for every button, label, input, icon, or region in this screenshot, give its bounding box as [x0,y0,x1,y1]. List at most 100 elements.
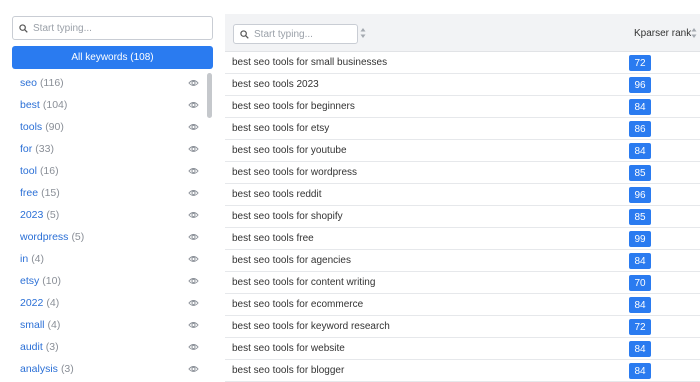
keyword-filter-item[interactable]: 2022 (4) [0,292,219,314]
keyword-label[interactable]: in [20,253,28,265]
table-row[interactable]: best seo tools free 99 [225,228,700,250]
keyword-filter-item[interactable]: tool (16) [0,160,219,182]
keyword-filter-item[interactable]: 2023 (5) [0,204,219,226]
keyword-filter-item[interactable]: best (104) [0,94,219,116]
eye-icon[interactable] [188,298,199,308]
keyword-cell: best seo tools for beginners [232,101,355,112]
keyword-cell: best seo tools for small businesses [232,57,388,68]
keyword-filter-item[interactable]: in (4) [0,248,219,270]
keyword-cell: best seo tools for blogger [232,365,345,376]
table-row[interactable]: best seo tools for agencies 84 [225,250,700,272]
eye-icon[interactable] [188,254,199,264]
table-row[interactable]: best seo tools for ecommerce 84 [225,294,700,316]
keyword-filter-item[interactable]: free (15) [0,182,219,204]
rank-badge: 84 [629,297,651,313]
keyword-count: (33) [35,143,54,155]
rank-badge: 84 [629,341,651,357]
table-row[interactable]: best seo tools for shopify 85 [225,206,700,228]
table-row[interactable]: best seo tools for youtube 84 [225,140,700,162]
keyword-cell: best seo tools for shopify [232,211,343,222]
table-row[interactable]: best seo tools for etsy 86 [225,118,700,140]
table-header: Kparser rank [225,14,700,52]
eye-icon[interactable] [188,232,199,242]
eye-icon[interactable] [188,144,199,154]
keyword-count: (3) [45,341,59,353]
eye-icon[interactable] [188,364,199,374]
keyword-list: seo (116) best (104) tools (90) for (33) tool (16… [0,72,219,380]
keyword-label[interactable]: tools [20,121,42,133]
keyword-cell: best seo tools for youtube [232,145,347,156]
keyword-filter-item[interactable]: seo (116) [0,72,219,94]
keyword-filter-panel: All keywords (108) seo(116)best(104)tool… [0,0,219,382]
rank-badge: 84 [629,143,651,159]
keyword-filter-item[interactable]: for (33) [0,138,219,160]
table-row[interactable]: best seo tools 2023 96 [225,74,700,96]
keyword-label[interactable]: etsy [20,275,39,287]
rank-badge: 84 [629,363,651,379]
table-row[interactable]: best seo tools for beginners 84 [225,96,700,118]
eye-icon[interactable] [188,100,199,110]
keyword-label[interactable]: wordpress [20,231,68,243]
search-icon [240,29,249,39]
table-row[interactable]: best seo tools for wordpress 85 [225,162,700,184]
rank-badge: 70 [629,275,651,291]
table-search-box[interactable] [233,24,358,44]
keyword-count: (4) [31,253,45,265]
keyword-count: (15) [41,187,60,199]
rank-badge: 84 [629,99,651,115]
sort-icon[interactable] [691,27,697,39]
keyword-count: (10) [42,275,61,287]
eye-icon[interactable] [188,320,199,330]
keyword-filter-item[interactable]: audit (3) [0,336,219,358]
results-table: Kparser rank best seo tools for small bu… [225,14,700,382]
keyword-filter-item[interactable]: etsy (10) [0,270,219,292]
keyword-search-input[interactable] [33,22,203,34]
rank-badge: 86 [629,121,651,137]
keyword-filter-item[interactable]: wordpress (5) [0,226,219,248]
keyword-count: (3) [60,363,74,375]
keyword-label[interactable]: 2023 [20,209,43,221]
keyword-cell: best seo tools free [232,233,314,244]
eye-icon[interactable] [188,188,199,198]
eye-icon[interactable] [188,210,199,220]
eye-icon[interactable] [188,78,199,88]
keyword-count: (16) [39,165,59,177]
table-row[interactable]: best seo tools for small businesses 72 [225,52,700,74]
table-search-input[interactable] [254,28,352,40]
keyword-cell: best seo tools for ecommerce [232,299,364,310]
table-row[interactable]: best seo tools for blogger 84 [225,360,700,382]
keyword-count: (5) [46,209,60,221]
table-row[interactable]: best seo tools for website 84 [225,338,700,360]
rank-badge: 85 [629,165,651,181]
table-body: best seo tools for small businesses 72 bes… [225,52,700,382]
eye-icon[interactable] [188,276,199,286]
table-row[interactable]: best seo tools for content writing 70 [225,272,700,294]
rank-column-header[interactable]: Kparser rank [634,28,691,39]
all-keywords-button[interactable]: All keywords (108) [12,46,213,69]
eye-icon[interactable] [188,122,199,132]
eye-icon[interactable] [188,166,199,176]
table-row[interactable]: best seo tools for keyword research 72 [225,316,700,338]
keyword-filter-item[interactable]: analysis (3) [0,358,219,380]
keyword-label[interactable]: 2022 [20,297,43,309]
keyword-search-box[interactable] [12,16,213,40]
keyword-label[interactable]: for [20,143,32,155]
keyword-label[interactable]: seo [20,77,37,89]
keyword-label[interactable]: free [20,187,38,199]
keyword-label[interactable]: small [20,319,45,331]
keyword-label[interactable]: audit [20,341,43,353]
rank-badge: 96 [629,77,651,93]
keyword-filter-item[interactable]: small (4) [0,314,219,336]
rank-badge: 85 [629,209,651,225]
table-row[interactable]: best seo tools reddit 96 [225,184,700,206]
keyword-cell: best seo tools for keyword research [232,321,390,332]
eye-icon[interactable] [188,342,199,352]
keyword-label[interactable]: tool [20,165,37,177]
keyword-count: (116) [39,77,64,89]
keyword-list-scrollbar[interactable] [207,73,212,118]
keyword-label[interactable]: best [20,99,40,111]
keyword-cell: best seo tools reddit [232,189,322,200]
keyword-label[interactable]: analysis [20,363,58,375]
keyword-filter-item[interactable]: tools (90) [0,116,219,138]
sort-icon[interactable] [360,27,366,39]
